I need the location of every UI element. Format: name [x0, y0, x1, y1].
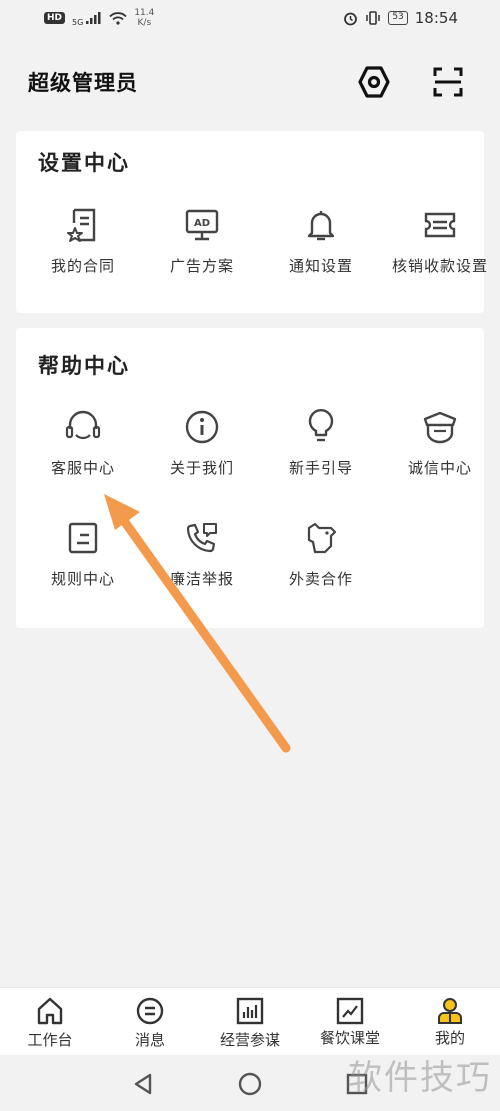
grid-item-notification-settings[interactable]: 通知设置	[262, 205, 380, 285]
home-icon	[37, 997, 63, 1025]
grid-item-integrity-report[interactable]: 廉洁举报	[143, 518, 261, 598]
wifi-icon	[109, 11, 127, 25]
scan-button[interactable]	[430, 64, 466, 100]
grid-item-label: 广告方案	[169, 257, 234, 275]
tab-messages[interactable]: 消息	[100, 988, 200, 1055]
battery-indicator: 53	[388, 11, 408, 25]
svg-text:AD: AD	[194, 218, 210, 229]
tab-mine[interactable]: 我的	[400, 988, 500, 1055]
settings-center-title: 设置中心	[38, 151, 130, 175]
help-center-title: 帮助中心	[38, 354, 130, 378]
grid-item-label: 外卖合作	[288, 570, 353, 588]
ad-monitor-icon: AD	[182, 205, 222, 245]
alarm-icon	[344, 12, 358, 25]
net-speed-value: 11.4	[134, 8, 155, 18]
grid-item-rules-center[interactable]: 规则中心	[24, 518, 142, 598]
bar-chart-icon	[236, 997, 264, 1025]
grid-item-label: 核销收款设置	[391, 257, 488, 275]
grid-item-label: 规则中心	[50, 570, 115, 588]
bottom-tab-bar: 工作台 消息 经营参谋 餐饮课堂 我的	[0, 987, 500, 1055]
network-type: 5G	[72, 18, 84, 27]
bell-icon	[301, 205, 341, 245]
nav-home-button[interactable]	[237, 1071, 263, 1097]
net-speed-unit: K/s	[137, 18, 152, 28]
grid-item-customer-service[interactable]: 客服中心	[24, 407, 142, 487]
grid-item-label: 我的合同	[50, 257, 115, 275]
headset-icon	[63, 407, 103, 447]
page-title: 超级管理员	[28, 71, 138, 95]
trend-chart-icon	[336, 997, 364, 1025]
grid-item-label: 通知设置	[288, 257, 353, 275]
delivery-icon	[301, 518, 341, 558]
message-icon	[136, 997, 164, 1025]
hd-badge: HD	[44, 12, 66, 24]
grid-item-label: 关于我们	[169, 459, 234, 477]
contract-icon	[63, 205, 103, 245]
settings-center-card: 设置中心 我的合同 AD 广告方案 通知设置 核销收款设置	[16, 131, 487, 313]
header: 超级管理员	[0, 50, 500, 114]
lightbulb-icon	[301, 407, 341, 447]
grid-item-label: 新手引导	[288, 459, 353, 477]
tab-label: 餐饮课堂	[319, 1029, 380, 1047]
status-right: 53 18:54	[343, 9, 458, 27]
ticket-icon	[420, 205, 460, 245]
grid-item-takeout-cooperation[interactable]: 外卖合作	[262, 518, 380, 598]
status-time: 18:54	[414, 9, 458, 27]
grid-item-about-us[interactable]: 关于我们	[143, 407, 261, 487]
status-left: HD 5G 11.4 K/s	[44, 8, 154, 28]
grid-item-ad-plan[interactable]: AD 广告方案	[143, 205, 261, 285]
nav-back-button[interactable]	[130, 1071, 156, 1097]
status-bar: HD 5G 11.4 K/s 53 18:54	[0, 0, 500, 36]
hexagon-settings-icon	[358, 66, 390, 98]
settings-button[interactable]	[356, 64, 392, 100]
grid-item-verification-settings[interactable]: 核销收款设置	[381, 205, 499, 285]
tab-label: 工作台	[27, 1031, 73, 1049]
user-icon	[438, 998, 462, 1024]
tab-label: 我的	[434, 1029, 465, 1047]
rules-icon	[63, 518, 103, 558]
grid-item-label: 廉洁举报	[169, 570, 234, 588]
grid-item-integrity-center[interactable]: 诚信中心	[381, 407, 499, 487]
back-triangle-icon	[134, 1073, 152, 1095]
grid-item-label: 客服中心	[50, 459, 115, 477]
watermark: 软件技巧	[348, 1058, 492, 1098]
phone-report-icon	[182, 518, 222, 558]
home-circle-icon	[238, 1072, 262, 1096]
net-speed: 11.4 K/s	[134, 8, 154, 28]
grid-item-label: 诚信中心	[407, 459, 472, 477]
tab-label: 经营参谋	[219, 1031, 280, 1049]
scan-icon	[433, 67, 463, 97]
header-actions	[356, 64, 466, 100]
tab-label: 消息	[134, 1031, 165, 1049]
vibrate-icon	[366, 11, 381, 25]
grid-item-my-contract[interactable]: 我的合同	[24, 205, 142, 285]
grid-item-beginner-guide[interactable]: 新手引导	[262, 407, 380, 487]
police-cap-icon	[420, 407, 460, 447]
info-icon	[182, 407, 222, 447]
tab-workbench[interactable]: 工作台	[0, 988, 100, 1055]
tab-business-advisor[interactable]: 经营参谋	[200, 988, 300, 1055]
tab-catering-classroom[interactable]: 餐饮课堂	[300, 988, 400, 1055]
signal-icon	[86, 12, 101, 24]
help-center-card: 帮助中心 客服中心 关于我们 新手引导 诚信中心 规则中心 廉洁举报 外卖合作	[16, 328, 484, 628]
